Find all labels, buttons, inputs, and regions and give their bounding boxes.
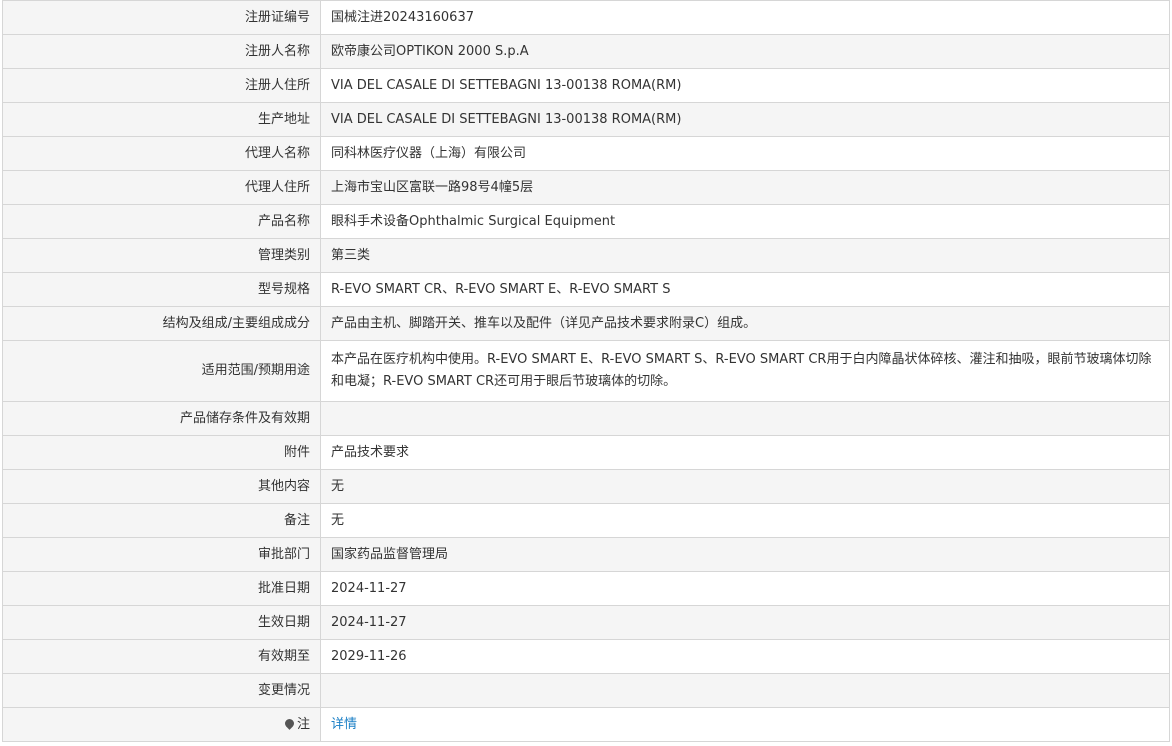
label-intended-use: 适用范围/预期用途 [2,340,321,402]
details-link[interactable]: 详情 [331,717,357,732]
row-model-spec: 型号规格 R-EVO SMART CR、R-EVO SMART E、R-EVO … [2,272,1170,307]
label-registrant-address: 注册人住所 [2,68,321,103]
value-agent-address: 上海市宝山区富联一路98号4幢5层 [320,170,1170,205]
value-note: 详情 [320,707,1170,742]
label-model-spec: 型号规格 [2,272,321,307]
row-note: 注 详情 [2,707,1170,742]
row-agent-name: 代理人名称 同科林医疗仪器（上海）有限公司 [2,136,1170,171]
row-effective-date: 生效日期 2024-11-27 [2,605,1170,640]
label-structure-composition: 结构及组成/主要组成成分 [2,306,321,341]
label-management-category: 管理类别 [2,238,321,273]
value-registration-number: 国械注进20243160637 [320,0,1170,35]
value-effective-date: 2024-11-27 [320,605,1170,640]
value-storage-conditions [320,401,1170,436]
value-remarks: 无 [320,503,1170,538]
row-management-category: 管理类别 第三类 [2,238,1170,273]
value-valid-until: 2029-11-26 [320,639,1170,674]
label-note: 注 [2,707,321,742]
pin-icon [283,716,296,730]
label-storage-conditions: 产品储存条件及有效期 [2,401,321,436]
note-label: 注 [296,716,310,732]
value-product-name: 眼科手术设备Ophthalmic Surgical Equipment [320,204,1170,239]
value-attachment: 产品技术要求 [320,435,1170,470]
label-effective-date: 生效日期 [2,605,321,640]
label-remarks: 备注 [2,503,321,538]
row-structure-composition: 结构及组成/主要组成成分 产品由主机、脚踏开关、推车以及配件（详见产品技术要求附… [2,306,1170,341]
value-registrant-name: 欧帝康公司OPTIKON 2000 S.p.A [320,34,1170,69]
value-structure-composition: 产品由主机、脚踏开关、推车以及配件（详见产品技术要求附录C）组成。 [320,306,1170,341]
value-intended-use: 本产品在医疗机构中使用。R-EVO SMART E、R-EVO SMART S、… [320,340,1170,402]
value-production-address: VIA DEL CASALE DI SETTEBAGNI 13-00138 RO… [320,102,1170,137]
value-approval-department: 国家药品监督管理局 [320,537,1170,572]
registration-detail-table: 注册证编号 国械注进20243160637 注册人名称 欧帝康公司OPTIKON… [2,0,1170,742]
row-intended-use: 适用范围/预期用途 本产品在医疗机构中使用。R-EVO SMART E、R-EV… [2,340,1170,402]
row-other-content: 其他内容 无 [2,469,1170,504]
label-other-content: 其他内容 [2,469,321,504]
label-production-address: 生产地址 [2,102,321,137]
row-approval-date: 批准日期 2024-11-27 [2,571,1170,606]
row-storage-conditions: 产品储存条件及有效期 [2,401,1170,436]
label-registrant-name: 注册人名称 [2,34,321,69]
value-registrant-address: VIA DEL CASALE DI SETTEBAGNI 13-00138 RO… [320,68,1170,103]
label-attachment: 附件 [2,435,321,470]
label-agent-address: 代理人住所 [2,170,321,205]
label-product-name: 产品名称 [2,204,321,239]
row-registration-number: 注册证编号 国械注进20243160637 [2,0,1170,35]
label-approval-date: 批准日期 [2,571,321,606]
row-production-address: 生产地址 VIA DEL CASALE DI SETTEBAGNI 13-001… [2,102,1170,137]
row-change-status: 变更情况 [2,673,1170,708]
row-registrant-name: 注册人名称 欧帝康公司OPTIKON 2000 S.p.A [2,34,1170,69]
value-other-content: 无 [320,469,1170,504]
label-valid-until: 有效期至 [2,639,321,674]
value-approval-date: 2024-11-27 [320,571,1170,606]
row-attachment: 附件 产品技术要求 [2,435,1170,470]
label-agent-name: 代理人名称 [2,136,321,171]
row-valid-until: 有效期至 2029-11-26 [2,639,1170,674]
label-approval-department: 审批部门 [2,537,321,572]
value-model-spec: R-EVO SMART CR、R-EVO SMART E、R-EVO SMART… [320,272,1170,307]
label-change-status: 变更情况 [2,673,321,708]
row-remarks: 备注 无 [2,503,1170,538]
value-management-category: 第三类 [320,238,1170,273]
row-product-name: 产品名称 眼科手术设备Ophthalmic Surgical Equipment [2,204,1170,239]
row-agent-address: 代理人住所 上海市宝山区富联一路98号4幢5层 [2,170,1170,205]
value-change-status [320,673,1170,708]
row-approval-department: 审批部门 国家药品监督管理局 [2,537,1170,572]
row-registrant-address: 注册人住所 VIA DEL CASALE DI SETTEBAGNI 13-00… [2,68,1170,103]
value-agent-name: 同科林医疗仪器（上海）有限公司 [320,136,1170,171]
label-registration-number: 注册证编号 [2,0,321,35]
